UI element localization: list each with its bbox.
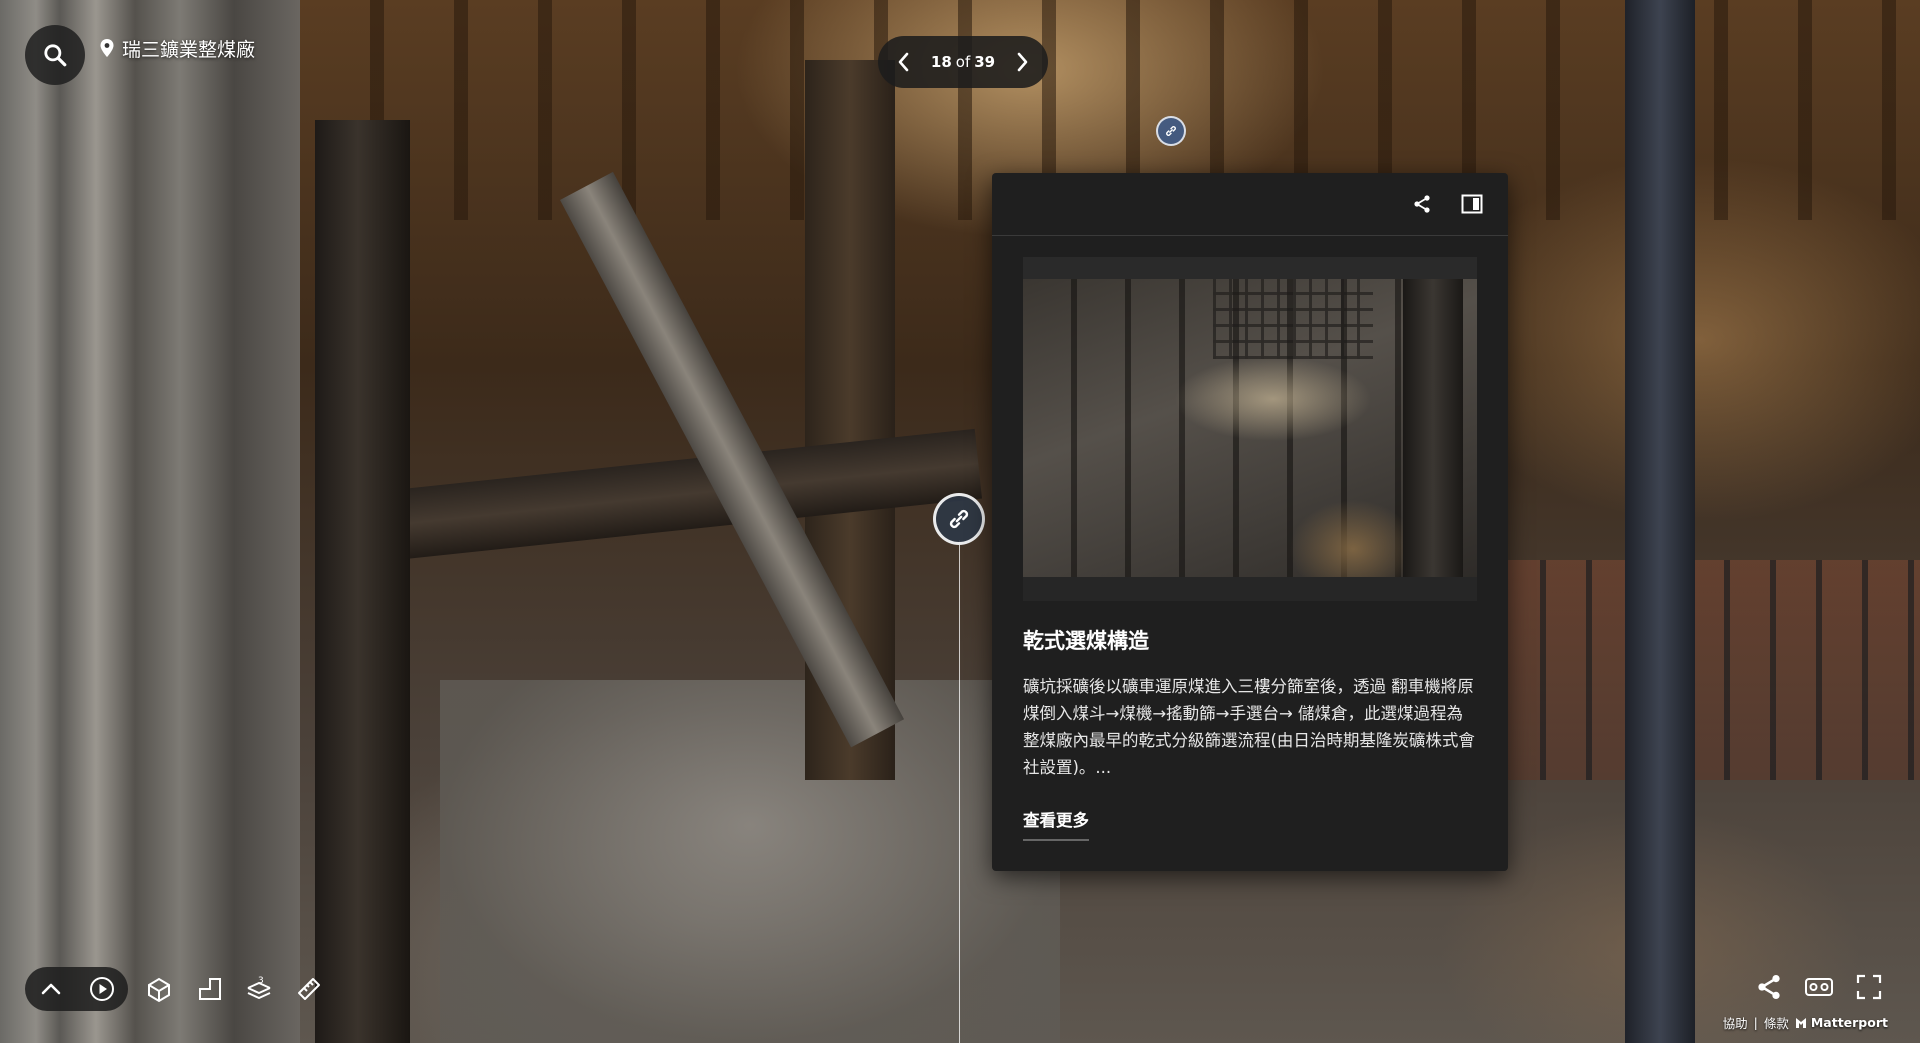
measure-button[interactable]	[292, 972, 326, 1006]
panel-share-button[interactable]	[1410, 192, 1434, 216]
mattertag-marker-active[interactable]	[933, 493, 985, 545]
fullscreen-button[interactable]	[1852, 970, 1886, 1004]
scene-post	[1625, 0, 1695, 1043]
tour-controls	[25, 967, 128, 1011]
search-button[interactable]	[25, 25, 85, 85]
floors-icon: 3	[247, 976, 271, 999]
photo-column	[1403, 279, 1463, 577]
play-icon	[90, 977, 115, 1001]
scene-diagonal-beam	[560, 171, 905, 748]
chevron-up-icon	[41, 983, 61, 995]
link-icon	[1166, 126, 1176, 136]
scene-floor	[440, 680, 1060, 1043]
link-icon	[949, 509, 969, 529]
panel-photo	[1023, 279, 1477, 577]
scene-post	[315, 120, 410, 1043]
floorplan-button[interactable]	[193, 972, 227, 1006]
footer-divider: |	[1753, 1015, 1758, 1030]
chevron-right-icon	[1017, 52, 1028, 72]
terms-link[interactable]: 條款	[1764, 1013, 1789, 1032]
scene-pipes-wall	[0, 0, 300, 1043]
panel-description: 礦坑採礦後以礦車運原煤進入三樓分篩室後，透過 翻車機將原煤倒入煤斗→煤機→搖動篩…	[1023, 677, 1475, 777]
read-more-link[interactable]: 查看更多	[1023, 807, 1089, 841]
measure-icon	[298, 978, 320, 1000]
search-icon	[44, 44, 67, 67]
dollhouse-icon	[148, 977, 170, 1003]
brand-name: Matterport	[1810, 1015, 1888, 1030]
panel-title: 乾式選煤構造	[1023, 629, 1149, 653]
share-button[interactable]	[1752, 970, 1786, 1004]
help-link[interactable]: 協助	[1723, 1013, 1748, 1032]
panel-toggle-icon	[1461, 194, 1483, 214]
matterport-logo-icon	[1795, 1017, 1806, 1028]
floorplan-icon	[199, 978, 221, 1000]
share-icon	[1758, 974, 1780, 1000]
pager-separator: of	[955, 53, 971, 71]
scene-crossbeam	[377, 428, 983, 562]
panel-media[interactable]	[1023, 257, 1477, 601]
floors-button[interactable]: 3	[242, 972, 276, 1006]
highlight-pager: 18 of 39	[878, 36, 1048, 88]
tour-viewport[interactable]: 瑞三鑛業整煤廠 18 of 39 乾式選煤構造 礦坑採礦後以礦車運原煤進入三樓分…	[0, 0, 1920, 1043]
chevron-left-icon	[898, 52, 909, 72]
panel-toggle-button[interactable]	[1460, 192, 1484, 216]
mattertag-stem	[959, 540, 960, 1043]
photo-grate	[1213, 279, 1373, 359]
pager-total: 39	[974, 53, 996, 71]
expand-controls-button[interactable]	[36, 974, 66, 1004]
share-icon	[1414, 195, 1430, 213]
matterport-link[interactable]: Matterport	[1795, 1015, 1888, 1030]
play-tour-button[interactable]	[87, 974, 117, 1004]
panel-header	[992, 173, 1508, 236]
mattertag-marker[interactable]	[1156, 116, 1186, 146]
scene-post	[805, 60, 895, 780]
pager-current: 18	[930, 53, 952, 71]
mattertag-panel: 乾式選煤構造 礦坑採礦後以礦車運原煤進入三樓分篩室後，透過 翻車機將原煤倒入煤斗…	[992, 173, 1508, 871]
scene-railing	[1500, 560, 1920, 780]
prev-button[interactable]	[890, 48, 918, 76]
footer-links: 協助 | 條款 Matterport	[1723, 1013, 1888, 1032]
vr-button[interactable]	[1802, 970, 1836, 1004]
map-pin-icon	[100, 39, 114, 57]
location-label: 瑞三鑛業整煤廠	[100, 35, 255, 61]
dollhouse-button[interactable]	[142, 972, 176, 1006]
fullscreen-icon	[1856, 974, 1882, 1000]
location-name: 瑞三鑛業整煤廠	[122, 38, 256, 61]
pager-count: 18 of 39	[931, 53, 995, 71]
vr-icon	[1805, 978, 1833, 996]
next-button[interactable]	[1008, 48, 1036, 76]
